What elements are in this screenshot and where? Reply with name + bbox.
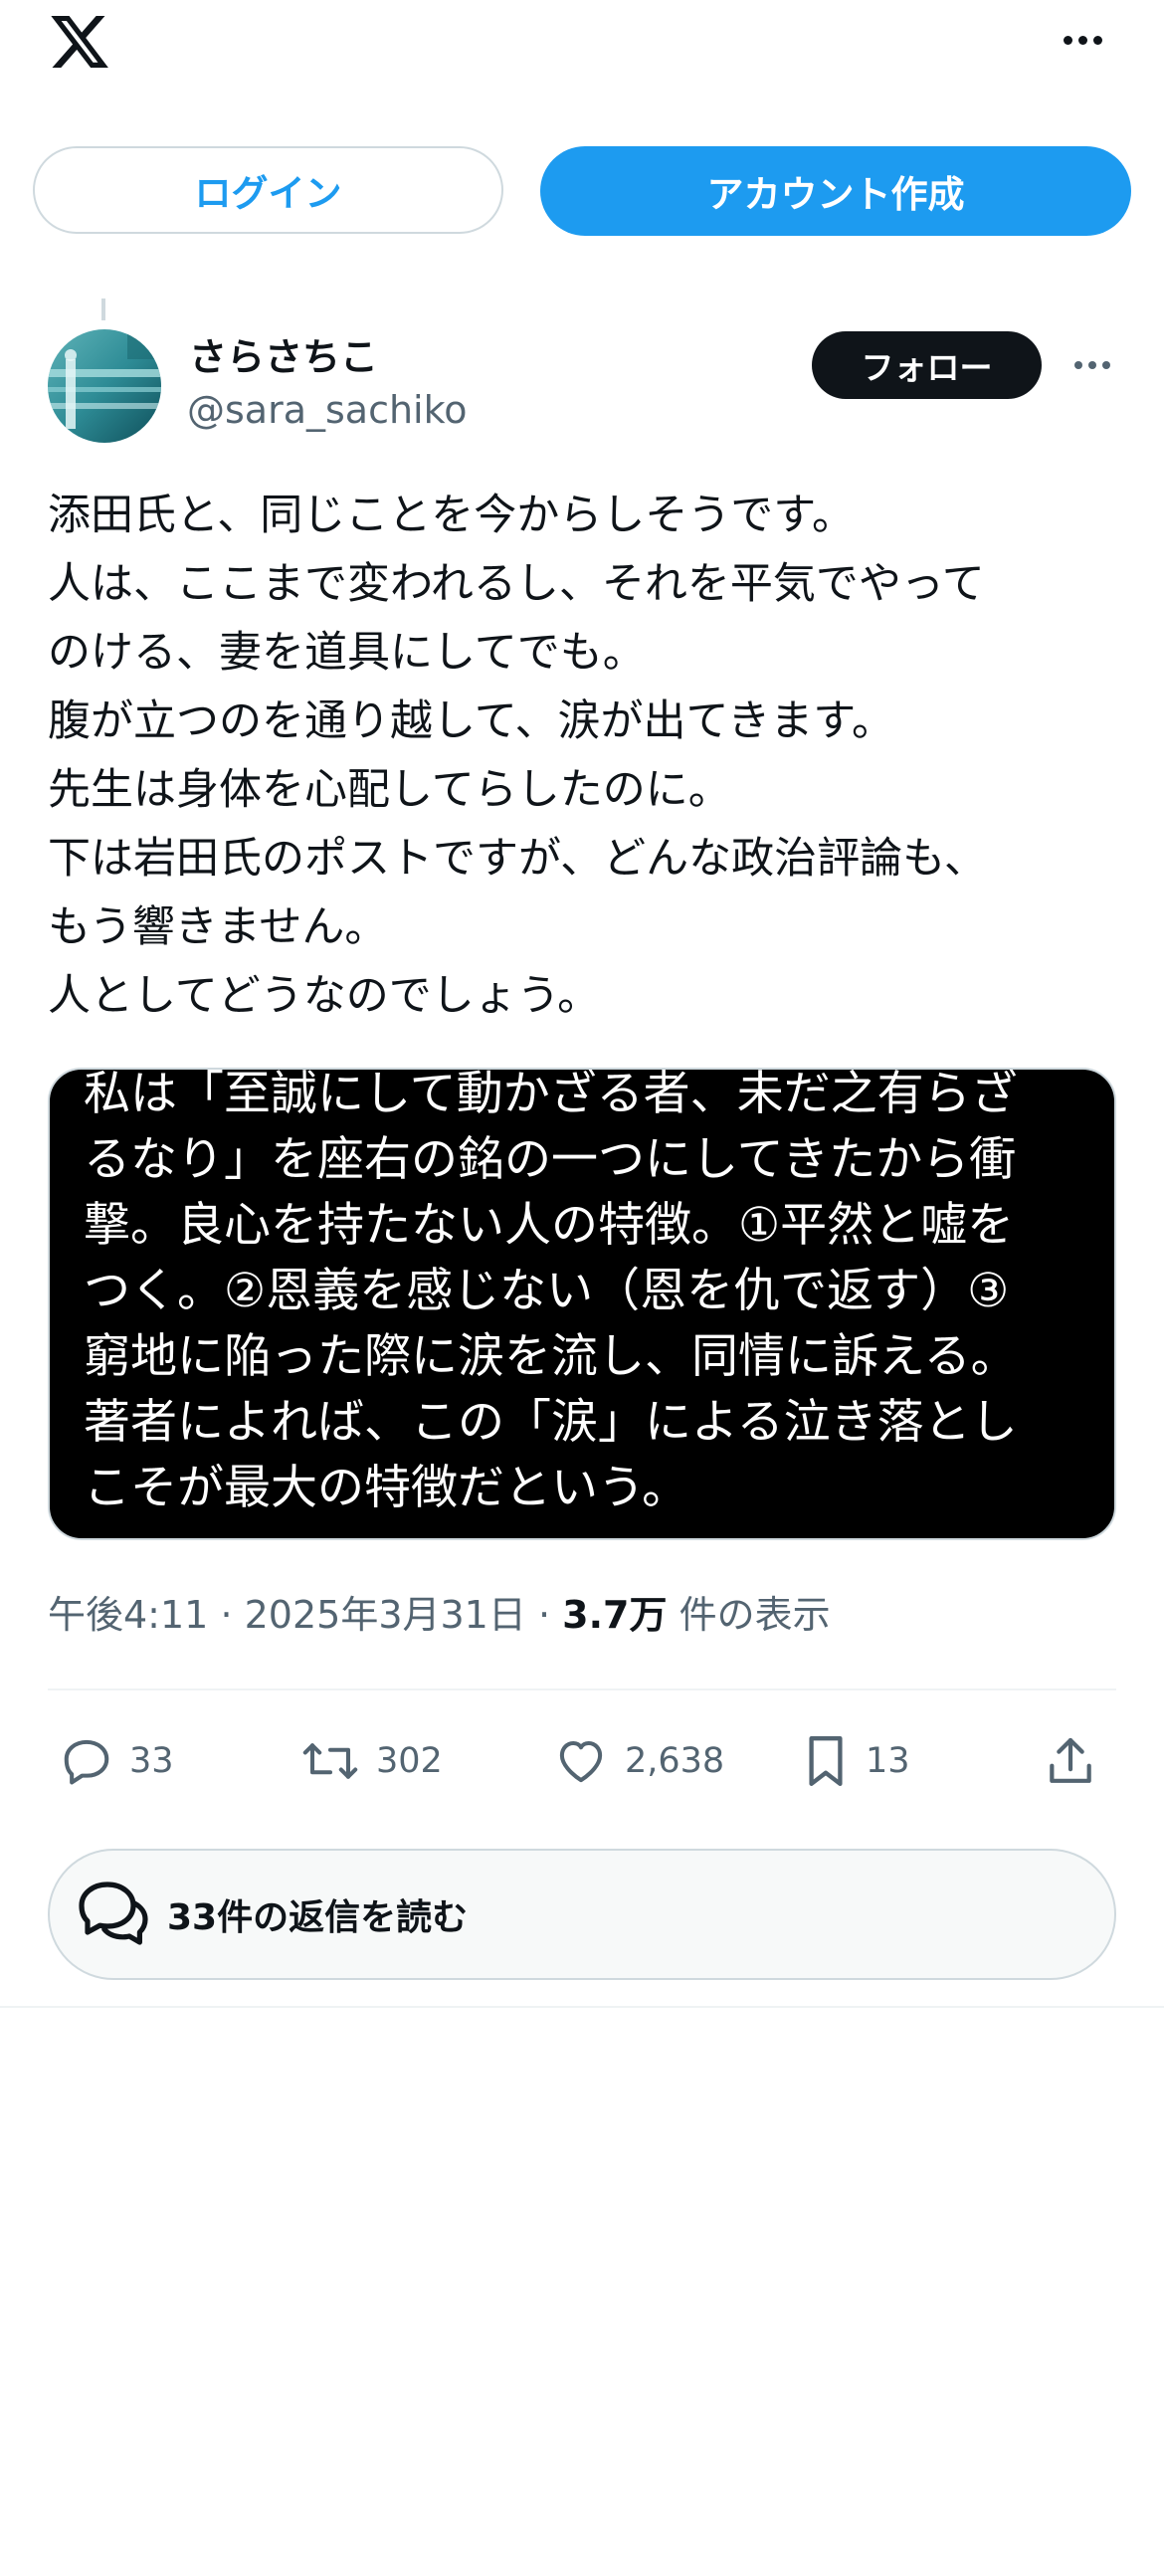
create-account-button[interactable]: アカウント作成 <box>540 146 1131 236</box>
meta-separator: · <box>220 1593 233 1637</box>
meta-separator: · <box>537 1593 551 1637</box>
post-text-line: 下は岩田氏のポストですが、どんな政治評論も、 <box>48 834 987 884</box>
post-text-line: 腹が立つのを通り越して、涙が出てきます。 <box>48 696 894 746</box>
media-text: 私は「至誠にして動かざる者、未だ之有らざ るなり」を座右の銘の一つにしてきたから… <box>84 1068 1114 1521</box>
bookmark-icon <box>809 1736 843 1786</box>
media-text-line: つく。②恩義を感じない（恩を仇で返す）③ <box>84 1264 1010 1318</box>
more-horizontal-icon[interactable] <box>1055 20 1110 60</box>
media-text-line: 窮地に陥った際に涙を流し、同情に訴える。 <box>84 1329 1018 1384</box>
post-time[interactable]: 午後4:11 <box>48 1593 208 1637</box>
views-label: 件の表示 <box>679 1593 831 1637</box>
post-text-line: 添田氏と、同じことを今からしそうです。 <box>48 491 855 540</box>
x-logo-icon[interactable] <box>48 10 111 74</box>
media-text-line: こそが最大の特徴だという。 <box>84 1461 689 1515</box>
auth-buttons: ログイン アカウント作成 <box>33 146 1131 236</box>
reply-icon <box>64 1739 109 1785</box>
post-text-line: もう響きません。 <box>48 902 388 952</box>
repost-count: 302 <box>376 1741 443 1781</box>
divider <box>0 2006 1164 2008</box>
bookmark-button[interactable]: 13 <box>802 1721 910 1801</box>
share-icon <box>1050 1737 1091 1783</box>
read-replies-button[interactable]: 33件の返信を読む <box>48 1849 1116 1980</box>
login-button[interactable]: ログイン <box>33 146 503 234</box>
author-display-name[interactable]: さらさちこ <box>189 326 378 381</box>
media-text-line: るなり」を座右の銘の一つにしてきたから衝 <box>84 1132 1017 1187</box>
media-text-line: 著者によれば、この「涙」による泣き落とし <box>84 1395 1018 1450</box>
media-text-line: 私は「至誠にして動かざる者、未だ之有らざ <box>84 1068 1018 1121</box>
like-button[interactable]: 2,638 <box>553 1721 724 1801</box>
post-more-icon[interactable] <box>1067 348 1118 382</box>
divider <box>48 1688 1116 1690</box>
reply-count: 33 <box>129 1741 174 1781</box>
bookmark-count: 13 <box>866 1741 910 1781</box>
repost-button[interactable]: 302 <box>300 1721 443 1801</box>
reply-button[interactable]: 33 <box>60 1721 174 1801</box>
post-text-line: 先生は身体を心配してらしたのに。 <box>48 765 731 815</box>
like-count: 2,638 <box>625 1741 725 1781</box>
media-text-line: 撃。良心を持たない人の特徴。①平然と嘘を <box>84 1198 1015 1253</box>
action-bar: 33 302 2,638 13 <box>48 1721 1116 1801</box>
post-meta: 午後4:11 · 2025年3月31日 · 3.7万 件の表示 <box>48 1584 831 1639</box>
post-media-image[interactable]: 私は「至誠にして動かざる者、未だ之有らざ るなり」を座右の銘の一つにしてきたから… <box>48 1068 1116 1540</box>
post-text-line: 人としてどうなのでしょう。 <box>48 971 601 1021</box>
post-text: 添田氏と、同じことを今からしそうです。 人は、ここまで変われるし、それを平気でや… <box>48 482 1132 1031</box>
views-count: 3.7万 <box>562 1593 668 1637</box>
replies-bubbles-icon <box>79 1882 148 1945</box>
author-handle[interactable]: @sara_sachiko <box>187 388 468 432</box>
post-date[interactable]: 2025年3月31日 <box>245 1593 526 1637</box>
repost-icon <box>302 1743 358 1779</box>
post-text-line: のける、妻を道具にしてでも。 <box>48 628 646 678</box>
top-bar <box>0 0 1164 90</box>
share-button[interactable] <box>1043 1721 1098 1801</box>
follow-button[interactable]: フォロー <box>812 331 1042 399</box>
read-replies-label: 33件の返信を読む <box>167 1897 469 1938</box>
avatar[interactable] <box>48 329 161 443</box>
thread-line <box>101 298 105 320</box>
heart-icon <box>559 1740 603 1783</box>
post-text-line: 人は、ここまで変われるし、それを平気でやって <box>48 559 985 609</box>
